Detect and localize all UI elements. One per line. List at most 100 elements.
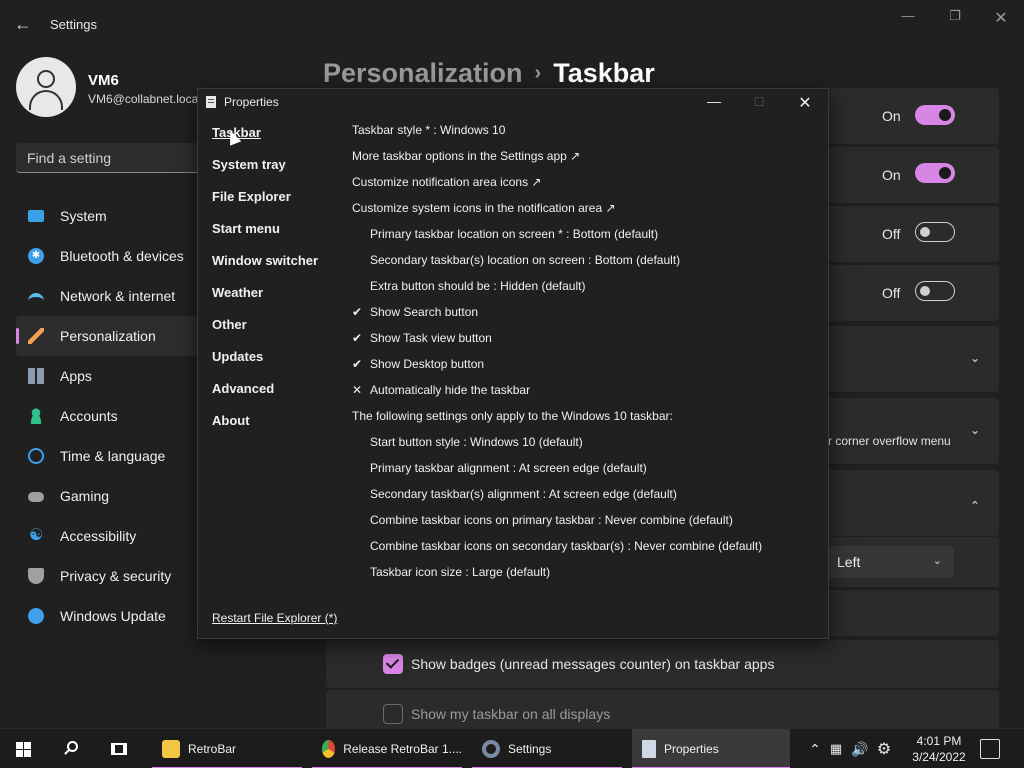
folder-icon: [162, 740, 180, 758]
search-button[interactable]: [48, 729, 94, 768]
option-show-search[interactable]: ✔ Show Search button: [352, 305, 479, 319]
toggle-switch[interactable]: [915, 281, 955, 301]
restart-file-explorer-link[interactable]: Restart File Explorer (*): [212, 611, 337, 625]
maximize-button[interactable]: □: [744, 93, 774, 113]
brush-icon: [28, 328, 44, 344]
option-label: Secondary taskbar(s) alignment : At scre…: [370, 487, 677, 501]
all-displays-checkbox-row[interactable]: Show my taskbar on all displays: [383, 704, 610, 724]
option-label: Extra button should be : Hidden (default…: [370, 279, 586, 293]
sidebar-item-time-language[interactable]: Time & language: [16, 436, 216, 476]
option-show-desktop[interactable]: ✔ Show Desktop button: [352, 357, 484, 371]
properties-title: Properties: [224, 95, 279, 109]
sidebar-item-gaming[interactable]: Gaming: [16, 476, 216, 516]
option-icon-size[interactable]: Taskbar icon size : Large (default): [370, 565, 550, 579]
option-secondary-location[interactable]: Secondary taskbar(s) location on screen …: [370, 253, 680, 267]
volume-icon[interactable]: 🔊: [848, 741, 872, 758]
tab-file-explorer[interactable]: File Explorer: [212, 189, 318, 221]
system-tray: ⌃ ▦ 🔊 ⚙: [806, 729, 896, 768]
network-icon[interactable]: ▦: [824, 741, 848, 757]
tab-about[interactable]: About: [212, 413, 318, 445]
checkbox-unchecked[interactable]: [383, 704, 403, 724]
taskbar-app-label: Settings: [508, 742, 552, 756]
option-combine-primary[interactable]: Combine taskbar icons on primary taskbar…: [370, 513, 733, 527]
option-auto-hide[interactable]: ✕ Automatically hide the taskbar: [352, 383, 530, 397]
notification-center-icon[interactable]: [980, 739, 1000, 759]
sidebar-item-system[interactable]: System: [16, 196, 216, 236]
link-more-taskbar-options[interactable]: More taskbar options in the Settings app…: [352, 149, 580, 163]
taskbar-app-settings[interactable]: Settings: [472, 729, 622, 768]
tab-system-tray[interactable]: System tray: [212, 157, 318, 189]
sidebar-item-label: Privacy & security: [60, 568, 172, 584]
app-title: Settings: [50, 17, 97, 32]
link-system-icons[interactable]: Customize system icons in the notificati…: [352, 201, 616, 215]
tab-weather[interactable]: Weather: [212, 285, 318, 317]
toggle-switch[interactable]: [915, 222, 955, 242]
chevron-up-icon[interactable]: ⌃: [806, 741, 824, 758]
taskbar-app-label: Release RetroBar 1....: [343, 742, 462, 756]
tab-start-menu[interactable]: Start menu: [212, 221, 318, 253]
sidebar-item-bluetooth[interactable]: ✱ Bluetooth & devices: [16, 236, 216, 276]
option-label: Start button style : Windows 10 (default…: [370, 435, 583, 449]
close-button[interactable]: ✕: [790, 93, 820, 113]
checkmark-icon: ✔: [352, 305, 363, 319]
badges-checkbox-row[interactable]: Show badges (unread messages counter) on…: [383, 654, 774, 674]
option-primary-alignment[interactable]: Primary taskbar alignment : At screen ed…: [370, 461, 647, 475]
sidebar-item-personalization[interactable]: Personalization: [16, 316, 216, 356]
alignment-dropdown[interactable]: Left ⌄: [826, 546, 954, 578]
tab-window-switcher[interactable]: Window switcher: [212, 253, 318, 285]
start-button[interactable]: [0, 729, 46, 768]
option-label: Show Search button: [370, 305, 479, 319]
search-input[interactable]: Find a setting: [16, 143, 216, 173]
back-button[interactable]: ←: [12, 14, 34, 34]
sidebar-item-windows-update[interactable]: Windows Update: [16, 596, 216, 636]
option-show-task-view[interactable]: ✔ Show Task view button: [352, 331, 492, 345]
shield-icon: [28, 568, 44, 584]
sidebar-item-privacy[interactable]: Privacy & security: [16, 556, 216, 596]
search-icon: [63, 741, 79, 757]
toggle-switch[interactable]: [915, 163, 955, 183]
chevron-down-icon: ⌄: [932, 555, 942, 567]
sidebar-item-label: Accessibility: [60, 528, 137, 544]
toggle-switch[interactable]: [915, 105, 955, 125]
breadcrumb-separator: ›: [534, 62, 542, 84]
option-label: Combine taskbar icons on primary taskbar…: [370, 513, 733, 527]
tab-updates[interactable]: Updates: [212, 349, 318, 381]
gear-icon[interactable]: ⚙: [872, 739, 896, 759]
option-combine-secondary[interactable]: Combine taskbar icons on secondary taskb…: [370, 539, 762, 553]
option-primary-location[interactable]: Primary taskbar location on screen * : B…: [370, 227, 658, 241]
task-view-button[interactable]: [96, 729, 142, 768]
option-label: More taskbar options in the Settings app…: [352, 149, 581, 163]
tab-other[interactable]: Other: [212, 317, 318, 349]
option-secondary-alignment[interactable]: Secondary taskbar(s) alignment : At scre…: [370, 487, 677, 501]
sidebar-item-accounts[interactable]: Accounts: [16, 396, 216, 436]
taskbar-clock[interactable]: 4:01 PM 3/24/2022: [905, 733, 973, 765]
tab-advanced[interactable]: Advanced: [212, 381, 318, 413]
avatar[interactable]: [16, 57, 76, 117]
person-icon: [28, 408, 44, 424]
cross-icon: ✕: [352, 383, 363, 397]
option-start-button-style[interactable]: Start button style : Windows 10 (default…: [370, 435, 583, 449]
sidebar-item-network[interactable]: Network & internet: [16, 276, 216, 316]
sidebar-item-label: Time & language: [60, 448, 166, 464]
toggle-state-label: Off: [882, 285, 901, 301]
checkbox-checked[interactable]: [383, 654, 403, 674]
settings-titlebar: ← Settings — ❐ ✕: [0, 0, 1024, 48]
close-button[interactable]: ✕: [986, 8, 1016, 27]
breadcrumb-parent[interactable]: Personalization: [323, 58, 523, 88]
option-extra-button[interactable]: Extra button should be : Hidden (default…: [370, 279, 585, 293]
apps-icon: [28, 368, 44, 384]
minimize-button[interactable]: —: [699, 93, 729, 113]
maximize-button[interactable]: ❐: [940, 8, 970, 26]
taskbar-app-retrobar[interactable]: RetroBar: [152, 729, 302, 768]
sidebar-item-accessibility[interactable]: ☯ Accessibility: [16, 516, 216, 556]
taskbar-app-chrome[interactable]: Release RetroBar 1....: [312, 729, 462, 768]
properties-dialog: Properties — □ ✕ Taskbar System tray Fil…: [197, 88, 829, 639]
link-notification-icons[interactable]: Customize notification area icons ↗: [352, 175, 541, 189]
toggle-state-label: On: [882, 108, 901, 124]
sidebar-item-apps[interactable]: Apps: [16, 356, 216, 396]
minimize-button[interactable]: —: [893, 8, 923, 26]
sidebar-item-label: System: [60, 208, 107, 224]
taskbar-app-properties[interactable]: Properties: [632, 729, 790, 768]
option-taskbar-style[interactable]: Taskbar style * : Windows 10: [352, 123, 505, 137]
avatar-body-icon: [29, 90, 63, 110]
